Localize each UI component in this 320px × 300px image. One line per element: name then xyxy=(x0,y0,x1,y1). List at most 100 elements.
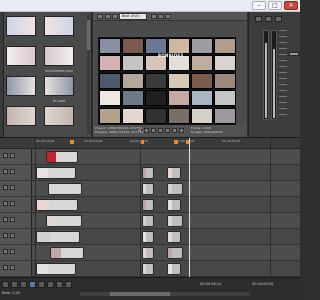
preview-split-icon[interactable] xyxy=(105,14,111,19)
video-clip[interactable] xyxy=(142,247,154,259)
track-mute-icon[interactable] xyxy=(3,265,8,270)
minimize-button[interactable]: – xyxy=(252,1,266,10)
preview-copy-icon[interactable] xyxy=(151,14,157,19)
track-row[interactable] xyxy=(32,149,300,165)
track-header[interactable] xyxy=(0,229,32,245)
track-header[interactable] xyxy=(0,149,32,165)
preview-quality-dropdown[interactable]: Best (Full) xyxy=(119,13,147,20)
loop-icon[interactable] xyxy=(179,128,184,133)
preview-settings-icon[interactable] xyxy=(97,14,103,19)
track-header[interactable] xyxy=(0,181,32,197)
track-mute-icon[interactable] xyxy=(3,217,8,222)
track-header[interactable] xyxy=(0,261,32,277)
video-clip[interactable] xyxy=(48,183,82,195)
track-solo-icon[interactable] xyxy=(10,201,15,206)
media-thumbnail[interactable] xyxy=(44,106,74,126)
play-icon[interactable] xyxy=(144,128,149,133)
video-clip[interactable] xyxy=(50,247,84,259)
media-item[interactable] xyxy=(6,16,86,50)
video-clip[interactable] xyxy=(167,183,183,195)
timeline-scrollbar[interactable] xyxy=(80,292,250,296)
track-mute-icon[interactable] xyxy=(3,233,8,238)
track-row[interactable] xyxy=(32,229,300,245)
video-clip[interactable] xyxy=(142,231,154,243)
media-thumbnail[interactable] xyxy=(44,16,74,36)
mixer-menu-icon[interactable] xyxy=(255,16,262,22)
media-item[interactable]: includeinfo.com xyxy=(6,46,86,80)
mixer-fx-icon[interactable] xyxy=(265,16,272,22)
media-thumbnail[interactable] xyxy=(44,46,74,66)
video-clip[interactable] xyxy=(36,263,76,275)
track-solo-icon[interactable] xyxy=(10,217,15,222)
media-thumbnail[interactable] xyxy=(6,106,36,126)
video-clip[interactable] xyxy=(142,263,154,275)
track-mute-icon[interactable] xyxy=(3,249,8,254)
stop-icon[interactable] xyxy=(47,281,54,288)
media-item[interactable]: In Love xyxy=(6,76,86,110)
master-fader-knob[interactable] xyxy=(289,52,299,56)
video-clip[interactable] xyxy=(167,263,181,275)
timeline-scrollbar-knob[interactable] xyxy=(110,292,170,296)
track-solo-icon[interactable] xyxy=(10,169,15,174)
maximize-button[interactable]: □ xyxy=(268,1,282,10)
pause-icon[interactable] xyxy=(38,281,45,288)
track-row[interactable] xyxy=(32,245,300,261)
track-row[interactable] xyxy=(32,261,300,277)
video-clip[interactable] xyxy=(167,215,183,227)
close-button[interactable]: ✕ xyxy=(284,1,298,10)
track-row[interactable] xyxy=(32,213,300,229)
next-frame-icon[interactable] xyxy=(172,128,177,133)
track-solo-icon[interactable] xyxy=(10,249,15,254)
track-row[interactable] xyxy=(32,165,300,181)
play-icon[interactable] xyxy=(29,281,36,288)
track-mute-icon[interactable] xyxy=(3,185,8,190)
preview-grid-icon[interactable] xyxy=(165,14,171,19)
media-thumbnail[interactable] xyxy=(44,76,74,96)
track-mute-icon[interactable] xyxy=(3,153,8,158)
video-clip[interactable] xyxy=(142,199,154,211)
playhead-cursor[interactable] xyxy=(189,138,190,278)
media-thumbnail[interactable] xyxy=(6,46,36,66)
play-from-start-icon[interactable] xyxy=(20,281,27,288)
track-mute-icon[interactable] xyxy=(3,169,8,174)
media-thumbnail[interactable] xyxy=(6,16,36,36)
stop-icon[interactable] xyxy=(158,128,163,133)
mixer-mute-icon[interactable] xyxy=(275,16,282,22)
video-clip[interactable] xyxy=(36,167,76,179)
video-clip[interactable] xyxy=(36,231,80,243)
media-scrollbar[interactable] xyxy=(87,14,90,134)
video-clip[interactable] xyxy=(46,151,78,163)
track-row[interactable] xyxy=(32,197,300,213)
video-clip[interactable] xyxy=(142,183,154,195)
track-header[interactable] xyxy=(0,165,32,181)
pause-icon[interactable] xyxy=(151,128,156,133)
track-mute-icon[interactable] xyxy=(3,201,8,206)
media-thumbnail[interactable] xyxy=(6,76,36,96)
track-solo-icon[interactable] xyxy=(10,153,15,158)
preview-save-icon[interactable] xyxy=(158,14,164,19)
track-header[interactable] xyxy=(0,213,32,229)
loop-playback-icon[interactable] xyxy=(11,281,18,288)
track-header[interactable] xyxy=(0,245,32,261)
go-to-end-icon[interactable] xyxy=(65,281,72,288)
preview-overlay-icon[interactable] xyxy=(112,14,118,19)
track-header[interactable] xyxy=(0,197,32,213)
go-to-start-icon[interactable] xyxy=(56,281,63,288)
video-clip[interactable] xyxy=(36,199,78,211)
track-row[interactable] xyxy=(32,181,300,197)
video-clip[interactable] xyxy=(167,167,181,179)
timeline-marker[interactable] xyxy=(70,140,74,144)
media-scrollbar-knob[interactable] xyxy=(87,20,90,50)
media-item[interactable] xyxy=(6,106,86,140)
track-solo-icon[interactable] xyxy=(10,185,15,190)
video-clip[interactable] xyxy=(167,199,181,211)
timeline-marker[interactable] xyxy=(174,140,178,144)
video-clip[interactable] xyxy=(167,231,181,243)
timeline-ruler[interactable]: 00:00:10;00 00:00:20;00 00:00:30;00 00:0… xyxy=(0,138,300,149)
record-icon[interactable] xyxy=(2,281,9,288)
video-clip[interactable] xyxy=(167,247,183,259)
video-clip[interactable] xyxy=(142,167,154,179)
track-solo-icon[interactable] xyxy=(10,233,15,238)
track-solo-icon[interactable] xyxy=(10,265,15,270)
prev-frame-icon[interactable] xyxy=(165,128,170,133)
